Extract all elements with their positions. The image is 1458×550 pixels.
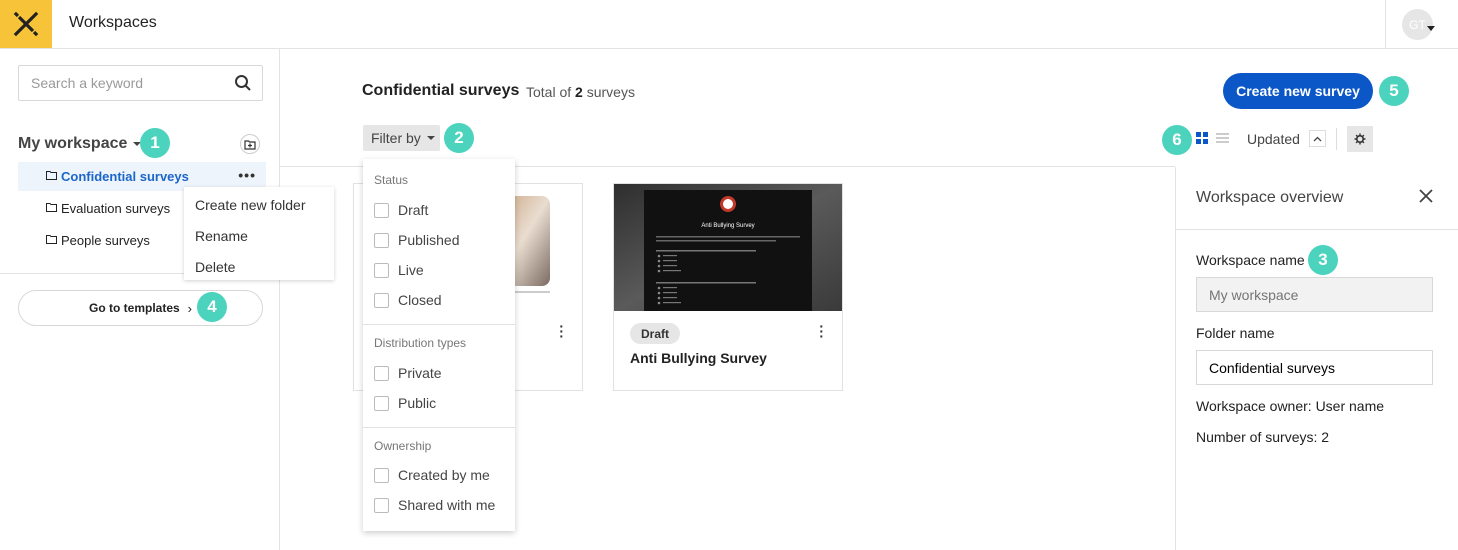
menu-item-delete[interactable]: Delete [195, 259, 235, 275]
page-title: Confidential surveys [362, 82, 520, 99]
option-label: Live [398, 262, 424, 278]
survey-card[interactable]: Anti Bullying Survey Draft Anti Bullying… [613, 183, 843, 391]
annotation-badge: 1 [140, 128, 170, 158]
workspace-name-field [1196, 277, 1433, 312]
folder-context-menu: Create new folder Rename Delete [184, 187, 334, 280]
filter-section-distribution: Distribution types [374, 336, 467, 350]
filter-option-draft[interactable]: Draft [374, 202, 428, 218]
close-icon[interactable] [1419, 189, 1433, 203]
folder-icon [46, 171, 57, 180]
folder-label: People surveys [61, 233, 150, 248]
option-label: Published [398, 232, 460, 248]
checkbox[interactable] [374, 262, 389, 278]
gear-icon [1354, 133, 1366, 145]
filter-option-created-by-me[interactable]: Created by me [374, 467, 490, 483]
status-badge: Draft [630, 323, 681, 344]
workspace-name-label: Workspace name [1196, 252, 1305, 268]
annotation-badge: 5 [1379, 76, 1409, 106]
panel-title: Workspace overview [1196, 189, 1344, 206]
card-more-icon[interactable]: · · · [559, 319, 564, 343]
total-count: 2 [575, 84, 583, 100]
app-title: Workspaces [69, 14, 157, 31]
checkbox[interactable] [374, 202, 389, 218]
search-icon[interactable] [234, 74, 252, 92]
filter-label: Filter by [371, 130, 421, 146]
divider [363, 427, 515, 428]
survey-count: Number of surveys: 2 [1196, 429, 1330, 445]
filter-option-private[interactable]: Private [374, 365, 442, 381]
survey-thumbnail: Anti Bullying Survey [614, 184, 842, 311]
logo-icon [13, 11, 39, 37]
search-input[interactable] [31, 75, 226, 91]
option-label: Private [398, 365, 442, 381]
chevron-down-icon [1427, 26, 1435, 31]
annotation-badge: 4 [197, 292, 227, 322]
survey-preview-image: Anti Bullying Survey [614, 184, 842, 311]
search-box [18, 65, 263, 101]
total-suffix: surveys [586, 84, 635, 100]
filter-option-public[interactable]: Public [374, 395, 436, 411]
checkbox[interactable] [374, 467, 389, 483]
folder-name-field[interactable] [1196, 350, 1433, 385]
sidebar: My workspace Confidential surveys ••• Ev… [0, 49, 280, 550]
app-logo[interactable] [0, 0, 52, 48]
filter-section-status: Status [374, 173, 409, 187]
grid-view-icon[interactable] [1196, 132, 1208, 144]
card-more-icon[interactable]: · · · [819, 319, 824, 343]
sort-label[interactable]: Updated [1247, 131, 1300, 147]
avatar[interactable]: GT [1402, 9, 1433, 40]
folder-plus-icon [244, 139, 256, 150]
filter-option-live[interactable]: Live [374, 262, 424, 278]
workspace-overview-panel: Workspace overview Workspace name Folder… [1175, 167, 1458, 550]
workspace-owner: Workspace owner: User name [1196, 398, 1385, 414]
checkbox[interactable] [374, 395, 389, 411]
option-label: Closed [398, 292, 442, 308]
option-label: Created by me [398, 467, 490, 483]
workspace-selector[interactable]: My workspace [18, 135, 142, 153]
folder-label: Evaluation surveys [61, 201, 171, 216]
annotation-badge: 2 [444, 123, 474, 153]
option-label: Shared with me [398, 497, 496, 513]
checkbox[interactable] [374, 232, 389, 248]
chevron-right-icon: › [187, 300, 193, 316]
checkbox[interactable] [374, 497, 389, 513]
top-bar: Workspaces GT [0, 0, 1458, 49]
option-label: Draft [398, 202, 429, 218]
survey-title[interactable]: Anti Bullying Survey [630, 350, 767, 366]
option-label: Public [398, 395, 437, 411]
filter-option-shared-with-me[interactable]: Shared with me [374, 497, 495, 513]
folder-icon [46, 203, 57, 212]
chevron-down-icon [426, 136, 435, 140]
divider [1336, 128, 1337, 150]
filter-option-closed[interactable]: Closed [374, 292, 442, 308]
thumbnail-heading: Anti Bullying Survey [701, 223, 754, 229]
menu-item-rename[interactable]: Rename [195, 228, 248, 244]
divider [363, 324, 515, 325]
checkbox[interactable] [374, 365, 389, 381]
filter-dropdown: Status Draft Published Live Closed Distr… [363, 159, 515, 531]
annotation-badge: 3 [1308, 245, 1338, 275]
filter-option-published[interactable]: Published [374, 232, 460, 248]
workspace-title: My workspace [18, 135, 128, 152]
filter-section-ownership: Ownership [374, 439, 432, 453]
filter-by-button[interactable]: Filter by [363, 125, 440, 151]
add-folder-button[interactable] [240, 134, 260, 154]
divider [1176, 229, 1458, 230]
survey-total: Total of 2 surveys [526, 84, 635, 100]
list-view-icon[interactable] [1216, 132, 1229, 144]
user-menu[interactable]: GT [1385, 0, 1458, 48]
templates-label: Go to templates [88, 301, 180, 315]
annotation-badge: 6 [1162, 125, 1192, 155]
folder-icon [46, 235, 57, 244]
settings-button[interactable] [1347, 126, 1373, 152]
create-survey-button[interactable]: Create new survey [1223, 73, 1373, 109]
checkbox[interactable] [374, 292, 389, 308]
more-options-icon[interactable]: ••• [238, 167, 256, 183]
folder-label: Confidential surveys [61, 169, 189, 184]
menu-item-create-folder[interactable]: Create new folder [195, 197, 306, 213]
folder-name-label: Folder name [1196, 325, 1275, 341]
chevron-up-icon [1313, 136, 1322, 141]
sort-direction-button[interactable] [1309, 130, 1326, 147]
total-prefix: Total of [526, 84, 572, 100]
